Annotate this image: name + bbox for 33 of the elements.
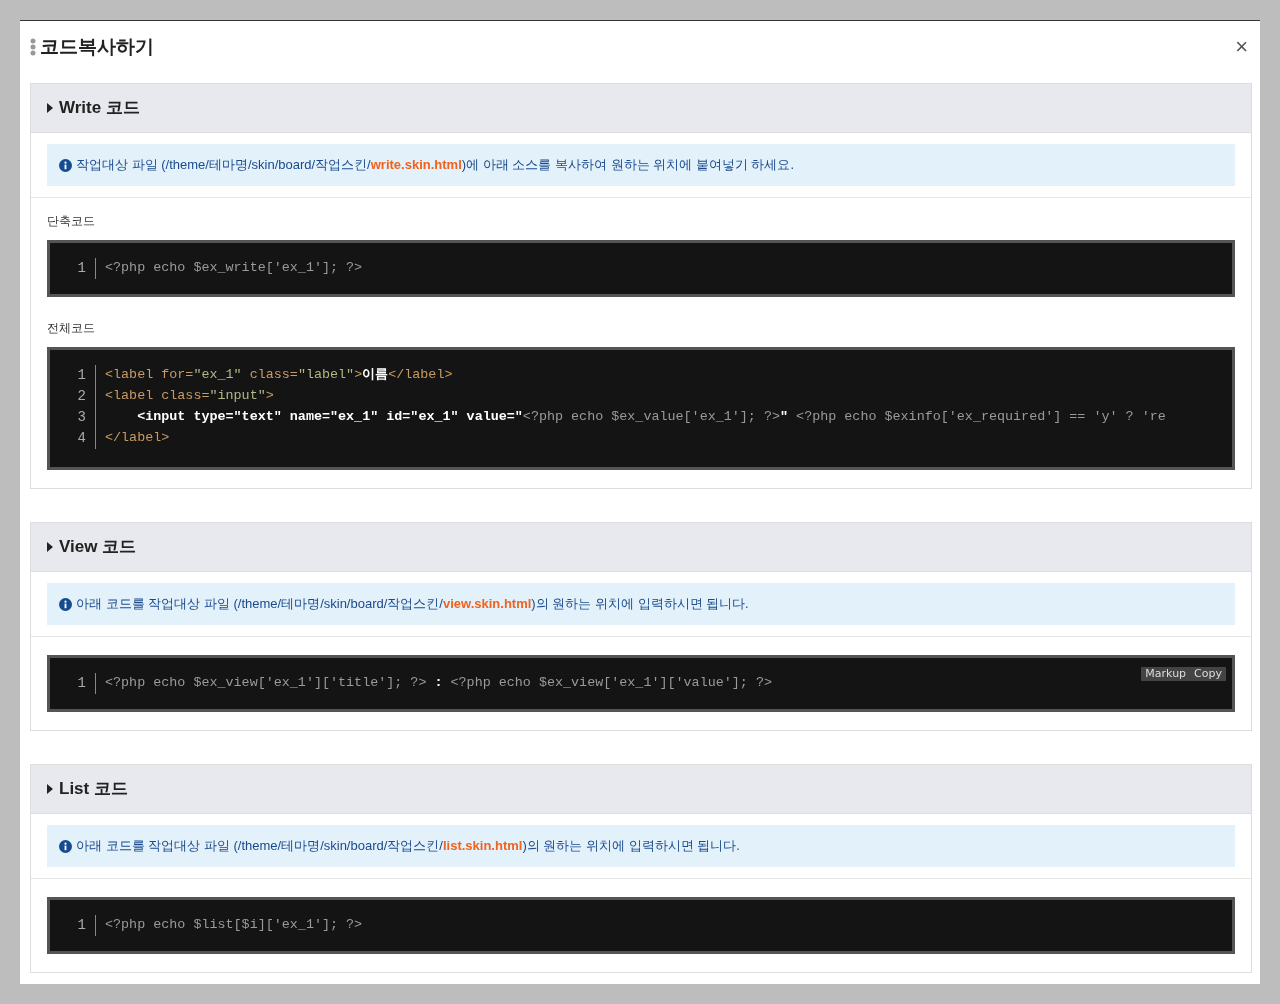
drag-handle-icon	[30, 38, 36, 56]
code-line: <?php echo $ex_view['ex_1']['title']; ?> : <?php echo $ex_view['ex_1']['value']; ?>	[105, 674, 772, 693]
toolbar-button[interactable]: Copy	[1190, 667, 1226, 681]
line-number: 3	[76, 408, 86, 427]
line-number: 1	[76, 366, 86, 385]
section-title: List 코드	[59, 778, 128, 801]
line-number: 1	[76, 259, 86, 278]
caret-icon	[47, 784, 53, 794]
toolbar-button[interactable]: Markup	[1141, 667, 1191, 681]
line-number: 1	[76, 674, 86, 693]
line-number: 2	[76, 387, 86, 406]
info-icon	[59, 839, 72, 853]
code-line: </label>	[105, 429, 170, 448]
info-icon	[59, 597, 72, 611]
code-line: <?php echo $list[$i]['ex_1']; ?>	[105, 916, 363, 935]
caret-icon	[47, 103, 53, 113]
section-title: View 코드	[59, 536, 137, 559]
code-label: 전체코드	[47, 320, 96, 335]
notice-text: 아래 코드를 작업대상 파일 (/theme/테마명/skin/board/작업스킨/list.skin.html)의 원하는 위치에 입력하시면 됩니다.	[76, 837, 740, 856]
code-line: <?php echo $ex_write['ex_1']; ?>	[105, 259, 363, 278]
notice-text: 아래 코드를 작업대상 파일 (/theme/테마명/skin/board/작업스킨/view.skin.html)의 원하는 위치에 입력하시면 됩니다.	[76, 595, 749, 614]
section-title: Write 코드	[59, 97, 140, 120]
close-button[interactable]: ×	[1235, 36, 1248, 58]
dialog-title: 코드복사하기	[40, 34, 154, 59]
code-line: <label class="input">	[105, 387, 274, 406]
caret-icon	[47, 542, 53, 552]
notice-text: 작업대상 파일 (/theme/테마명/skin/board/작업스킨/write.skin.html)에 아래 소스를 복사하여 원하는 위치에 붙여넣기 하세요.	[76, 156, 794, 175]
code-label: 단축코드	[47, 213, 96, 228]
line-number: 4	[76, 429, 86, 448]
code-line: <label for="ex_1" class="label">이름</label>	[105, 366, 453, 385]
line-number: 1	[76, 916, 86, 935]
code-line: <input type="text" name="ex_1" id="ex_1" value="<?php echo $ex_value['ex_1']; ?>" <?php echo $exinfo['ex_required'] == 'y' ? 're	[136, 408, 1166, 427]
info-icon	[59, 158, 72, 172]
